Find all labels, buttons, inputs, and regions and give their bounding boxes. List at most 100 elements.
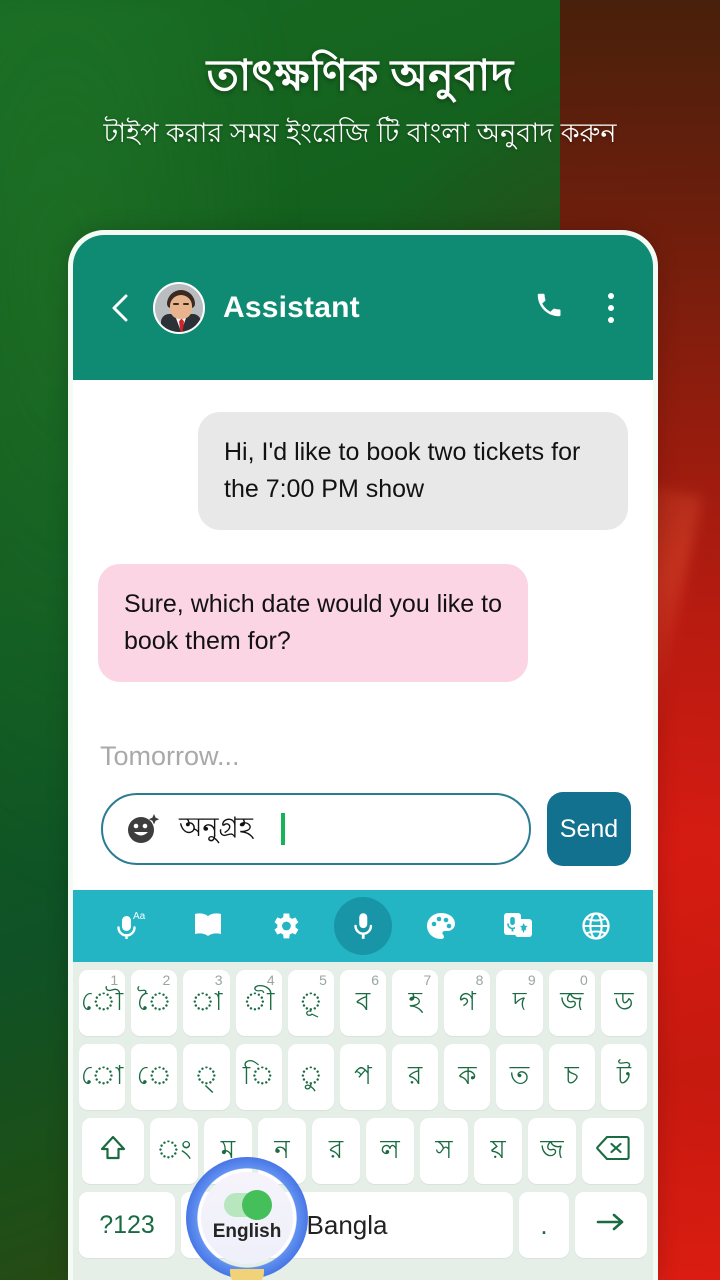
key-number-hint: 6 bbox=[371, 972, 380, 988]
key-row3-1[interactable]: ং bbox=[150, 1118, 198, 1184]
key-row2-5[interactable]: প bbox=[339, 1044, 387, 1110]
key-row2-0[interactable]: ো bbox=[78, 1044, 126, 1110]
page-title: তাৎক্ষণিক অনুবাদ bbox=[206, 52, 514, 100]
key-row2-9[interactable]: চ bbox=[548, 1044, 595, 1110]
key-label: ে bbox=[136, 1060, 172, 1090]
shift-icon bbox=[98, 1133, 128, 1170]
phone-mockup: Assistant Hi, I'd like to book two ticke… bbox=[68, 230, 658, 1280]
arrow-right-icon bbox=[594, 1210, 628, 1241]
key-label: য় bbox=[490, 1134, 506, 1164]
page-subtitle: টাইপ করার সময় ইংরেজি টি বাংলা অনুবাদ কর… bbox=[103, 118, 617, 149]
emoji-sticker-icon[interactable] bbox=[125, 811, 161, 847]
globe-icon[interactable] bbox=[567, 897, 625, 955]
key-enter[interactable] bbox=[575, 1192, 647, 1258]
key-row2-10[interactable]: ট bbox=[600, 1044, 648, 1110]
key-backspace[interactable] bbox=[582, 1118, 644, 1184]
voice-typing-icon[interactable]: Aa bbox=[101, 897, 159, 955]
key-row1-2[interactable]: 3া bbox=[183, 970, 230, 1036]
key-number-hint: 1 bbox=[110, 972, 119, 988]
key-label: ড bbox=[614, 986, 634, 1016]
key-number-hint: 3 bbox=[214, 972, 223, 988]
svg-text:Aa: Aa bbox=[133, 911, 146, 922]
key-number-hint: 2 bbox=[162, 972, 171, 988]
key-label: ো bbox=[80, 1060, 124, 1090]
message-input-value: অনুগ্রহ bbox=[179, 811, 253, 842]
key-row2-4[interactable]: ু bbox=[287, 1044, 334, 1110]
back-button[interactable] bbox=[97, 286, 141, 330]
touch-pointer-indicator bbox=[230, 1269, 264, 1280]
key-row1-8[interactable]: 9দ bbox=[496, 970, 543, 1036]
key-number-hint: 9 bbox=[527, 972, 536, 988]
poster-headline: তাৎক্ষণিক অনুবাদ টাইপ করার সময় ইংরেজি ট… bbox=[0, 52, 720, 151]
dictionary-book-icon[interactable] bbox=[179, 897, 237, 955]
chat-bubble-outgoing: Sure, which date would you like to book … bbox=[98, 564, 528, 682]
key-row1-0[interactable]: 1ৌ bbox=[78, 970, 126, 1036]
key-label: চ bbox=[564, 1060, 579, 1090]
send-button[interactable]: Send bbox=[547, 792, 631, 866]
key-number-hint: 8 bbox=[475, 972, 484, 988]
keyboard-row-4: ?123 Bangla . bbox=[73, 1192, 653, 1258]
key-row1-7[interactable]: 8গ bbox=[444, 970, 491, 1036]
key-label: ব bbox=[355, 986, 371, 1016]
message-input[interactable]: অনুগ্রহ bbox=[101, 793, 531, 865]
key-label: ি bbox=[242, 1060, 275, 1090]
key-row1-9[interactable]: 0জ bbox=[548, 970, 595, 1036]
key-label: গ bbox=[458, 986, 476, 1016]
key-label: র bbox=[408, 1060, 423, 1090]
key-period[interactable]: . bbox=[519, 1192, 569, 1258]
key-row1-4[interactable]: 5ূ bbox=[287, 970, 334, 1036]
key-row2-3[interactable]: ি bbox=[235, 1044, 282, 1110]
key-label: হ bbox=[408, 986, 423, 1016]
keyboard-toolbar: Aa bbox=[73, 890, 653, 962]
voice-translate-icon[interactable] bbox=[489, 897, 547, 955]
phone-icon bbox=[534, 290, 564, 325]
key-row1-1[interactable]: 2ৈ bbox=[131, 970, 178, 1036]
message-input-row: অনুগ্রহ Send bbox=[73, 782, 653, 890]
chevron-left-icon bbox=[106, 292, 132, 324]
key-row1-3[interactable]: 4ী bbox=[235, 970, 282, 1036]
toggle-switch[interactable] bbox=[224, 1190, 272, 1220]
key-row2-6[interactable]: র bbox=[392, 1044, 439, 1110]
language-toggle-label: English bbox=[212, 1221, 282, 1242]
key-row2-8[interactable]: ত bbox=[496, 1044, 543, 1110]
language-toggle-highlight[interactable]: English bbox=[186, 1157, 308, 1280]
key-number-hint: 5 bbox=[319, 972, 327, 988]
text-caret bbox=[280, 813, 285, 845]
gear-icon[interactable] bbox=[256, 897, 314, 955]
key-row1-10[interactable]: ড bbox=[600, 970, 648, 1036]
key-label: ং bbox=[156, 1134, 192, 1164]
key-row3-4[interactable]: র bbox=[312, 1118, 360, 1184]
key-row3-7[interactable]: য় bbox=[474, 1118, 522, 1184]
key-shift[interactable] bbox=[82, 1118, 144, 1184]
chat-app-bar: Assistant bbox=[73, 235, 653, 380]
call-button[interactable] bbox=[525, 284, 573, 332]
key-label: ক bbox=[458, 1060, 477, 1090]
key-label: ্ bbox=[194, 1060, 219, 1090]
key-label: ট bbox=[616, 1060, 632, 1090]
key-label: প bbox=[354, 1060, 372, 1090]
key-number-hint: 7 bbox=[423, 972, 432, 988]
microphone-icon[interactable] bbox=[333, 897, 392, 955]
keyboard-row-2: োে্িু প র ক ত চ ট bbox=[73, 1044, 653, 1110]
key-row2-1[interactable]: ে bbox=[131, 1044, 178, 1110]
keyboard-row-1: 1ৌ 2ৈ 3া 4ী 5ূ 6 ব 7 হ 8 গ 9 দ 0 জ ড bbox=[73, 970, 653, 1036]
more-options-button[interactable] bbox=[595, 284, 627, 332]
key-row2-2[interactable]: ্ bbox=[183, 1044, 230, 1110]
chat-thread: Hi, I'd like to book two tickets for the… bbox=[73, 380, 653, 890]
key-label: র bbox=[328, 1134, 344, 1164]
keyboard-row-3: ং ম ন র ল স য় জ bbox=[73, 1118, 653, 1184]
key-label: ত bbox=[509, 1060, 530, 1090]
key-row3-8[interactable]: জ bbox=[528, 1118, 576, 1184]
more-vertical-icon bbox=[608, 292, 614, 323]
draft-suggestion-text: Tomorrow... bbox=[100, 741, 240, 771]
key-row2-7[interactable]: ক bbox=[444, 1044, 491, 1110]
palette-icon[interactable] bbox=[412, 897, 470, 955]
key-row1-5[interactable]: 6ব bbox=[339, 970, 387, 1036]
key-number-hint: 0 bbox=[580, 972, 588, 988]
key-symbols[interactable]: ?123 bbox=[79, 1192, 175, 1258]
key-label: ু bbox=[298, 1060, 323, 1090]
avatar[interactable] bbox=[153, 281, 205, 334]
key-row3-5[interactable]: ল bbox=[366, 1118, 414, 1184]
key-row1-6[interactable]: 7হ bbox=[392, 970, 439, 1036]
key-row3-6[interactable]: স bbox=[420, 1118, 468, 1184]
